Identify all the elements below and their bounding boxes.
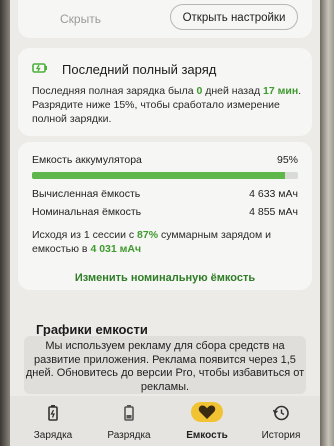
last-full-charge-text: Последняя полная зарядка была 0 дней наз… bbox=[32, 84, 302, 126]
calculated-capacity-label: Вычисленная ёмкость bbox=[32, 188, 141, 200]
change-nominal-capacity-link[interactable]: Изменить номинальную ёмкость bbox=[18, 272, 312, 284]
history-icon bbox=[272, 405, 289, 421]
minutes-value: 17 мин bbox=[263, 85, 299, 97]
tab-charging-label: Зарядка bbox=[33, 430, 73, 441]
capacity-progress-fill bbox=[32, 172, 285, 179]
battery-capacity-card: Емкость аккумулятора 95% Вычисленная ёмк… bbox=[18, 142, 312, 290]
nominal-capacity-row: Номинальная ёмкость 4 855 мАч bbox=[32, 206, 298, 218]
tab-history-label: История bbox=[261, 430, 301, 441]
note-text-part: Исходя из 1 сессии с bbox=[32, 229, 138, 241]
heart-icon bbox=[198, 405, 216, 419]
capacity-percent: 95% bbox=[276, 154, 298, 166]
last-full-charge-title: Последний полный заряд bbox=[62, 62, 217, 77]
charging-battery-icon bbox=[48, 405, 58, 421]
tab-history[interactable]: История bbox=[250, 396, 312, 446]
last-charge-text-part: Последняя полная зарядка была bbox=[32, 85, 197, 97]
hide-button[interactable]: Скрыть bbox=[60, 12, 101, 26]
calculated-capacity-value: 4 633 мАч bbox=[249, 188, 298, 200]
app-screen: Скрыть Открыть настройки Последний полны… bbox=[10, 0, 320, 446]
nominal-capacity-label: Номинальная ёмкость bbox=[32, 206, 142, 218]
device-bezel-right bbox=[320, 0, 334, 446]
discharging-battery-icon bbox=[124, 405, 134, 421]
note-percent: 87% bbox=[137, 229, 159, 241]
tab-discharging-label: Разрядка bbox=[107, 430, 151, 441]
last-full-charge-card: Последний полный заряд Последняя полная … bbox=[18, 48, 312, 136]
bottom-navigation: Зарядка Разрядка Емкость История bbox=[10, 396, 320, 446]
capacity-label: Емкость аккумулятора bbox=[32, 154, 142, 166]
device-bezel-left bbox=[0, 0, 10, 446]
tab-discharging[interactable]: Разрядка bbox=[98, 396, 160, 446]
settings-prompt-card: Скрыть Открыть настройки bbox=[18, 0, 312, 38]
nominal-capacity-value: 4 855 мАч bbox=[249, 206, 298, 218]
capacity-session-note: Исходя из 1 сессии с 87% суммарным заряд… bbox=[32, 228, 302, 256]
charge-sparkle-icon bbox=[32, 63, 47, 73]
capacity-graphs-heading: Графики емкости bbox=[36, 322, 148, 337]
note-capacity-value: 4 031 мАч bbox=[90, 243, 142, 255]
capacity-row: Емкость аккумулятора 95% bbox=[32, 154, 298, 166]
tab-charging[interactable]: Зарядка bbox=[22, 396, 84, 446]
tab-capacity-label: Емкость bbox=[186, 430, 228, 441]
calculated-capacity-row: Вычисленная ёмкость 4 633 мАч bbox=[32, 188, 298, 200]
last-charge-text-part: дней назад bbox=[202, 85, 263, 97]
capacity-progress-bar bbox=[32, 172, 298, 179]
open-settings-button[interactable]: Открыть настройки bbox=[170, 4, 298, 30]
ad-notice-banner[interactable]: Мы используем рекламу для сбора средств … bbox=[24, 336, 306, 394]
tab-capacity[interactable]: Емкость bbox=[176, 396, 238, 446]
